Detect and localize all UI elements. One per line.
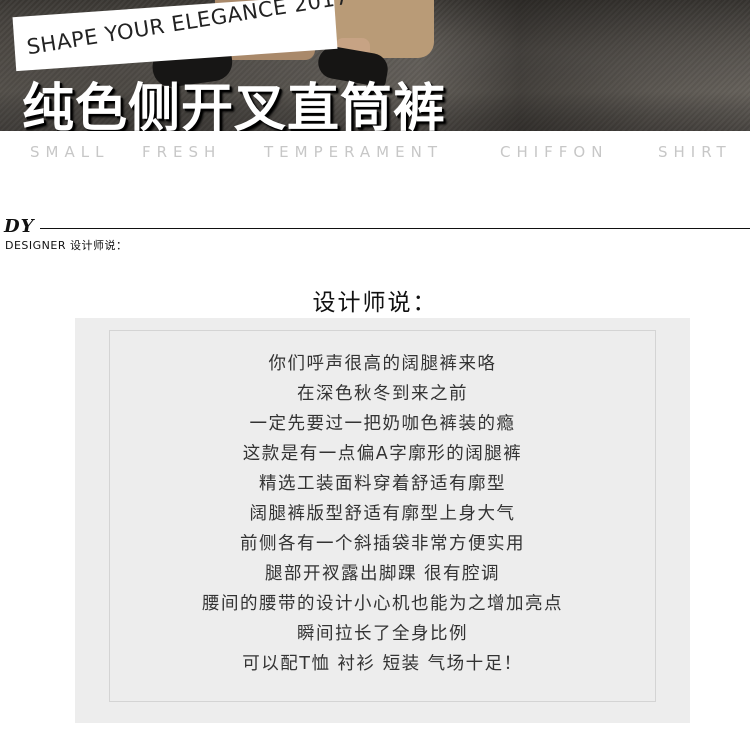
description-line: 这款是有一点偏A字廓形的阔腿裤 [242,444,523,464]
description-line: 阔腿裤版型舒适有廓型上身大气 [249,504,516,524]
description-line: 一定先要过一把奶咖色裤装的瘾 [249,414,516,434]
description-panel: 你们呼声很高的阔腿裤来咯 在深色秋冬到来之前 一定先要过一把奶咖色裤装的瘾 这款… [75,318,690,723]
description-line: 腿部开衩露出脚踝 很有腔调 [264,564,501,584]
designer-caption: DESIGNER 设计师说： [5,239,128,252]
subtitle-word: SMALL [30,143,110,161]
hero-banner: SHAPE YOUR ELEGANCE 2017 纯色侧开叉直筒裤 [0,0,750,131]
subtitle-word: FRESH [142,143,222,161]
description-line: 你们呼声很高的阔腿裤来咯 [268,354,497,374]
subtitle-strip: SMALL FRESH TEMPERAMENT CHIFFON SHIRT [0,143,750,165]
description-line: 可以配T恤 衬衫 短装 气场十足！ [242,654,523,674]
description-line: 在深色秋冬到来之前 [297,384,468,404]
subtitle-word: TEMPERAMENT [264,143,443,161]
designer-mark: DY [4,216,35,237]
subtitle-word: SHIRT [658,143,732,161]
section-heading: 设计师说： [312,290,438,316]
photo-shadow [420,0,750,131]
description-frame: 你们呼声很高的阔腿裤来咯 在深色秋冬到来之前 一定先要过一把奶咖色裤装的瘾 这款… [109,330,656,702]
description-lines: 你们呼声很高的阔腿裤来咯 在深色秋冬到来之前 一定先要过一把奶咖色裤装的瘾 这款… [110,349,655,679]
description-line: 前侧各有一个斜插袋非常方便实用 [240,534,525,554]
description-line: 腰间的腰带的设计小心机也能为之增加亮点 [202,594,563,614]
subtitle-word: CHIFFON [500,143,609,161]
description-line: 精选工装面料穿着舒适有廓型 [259,474,506,494]
divider-line [40,228,750,229]
product-title: 纯色侧开叉直筒裤 [22,79,447,131]
description-line: 瞬间拉长了全身比例 [297,624,468,644]
